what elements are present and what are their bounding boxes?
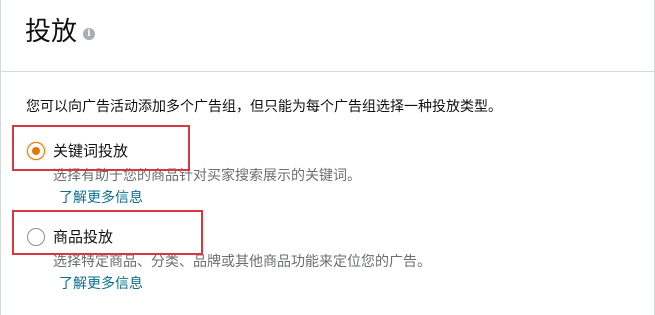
keyword-targeting-label[interactable]: 关键词投放	[53, 141, 128, 161]
panel-header: 投放 i	[1, 0, 654, 72]
info-icon[interactable]: i	[83, 28, 95, 40]
page-title: 投放	[25, 17, 78, 47]
intro-text: 您可以向广告活动添加多个广告组，但只能为每个广告组选择一种投放类型。	[26, 99, 502, 115]
product-targeting-label[interactable]: 商品投放	[53, 227, 113, 247]
keyword-targeting-description: 选择有助于您的商品针对买家搜索展示的关键词。	[53, 168, 361, 184]
product-targeting-description: 选择特定商品、分类、品牌或其他商品功能来定位您的广告。	[53, 254, 431, 270]
keyword-targeting-radio[interactable]	[27, 142, 45, 160]
product-targeting-radio[interactable]	[27, 228, 45, 246]
targeting-panel: 投放 i 您可以向广告活动添加多个广告组，但只能为每个广告组选择一种投放类型。 …	[0, 0, 655, 315]
product-learn-more-link[interactable]: 了解更多信息	[59, 274, 143, 294]
keyword-learn-more-link[interactable]: 了解更多信息	[59, 188, 143, 208]
